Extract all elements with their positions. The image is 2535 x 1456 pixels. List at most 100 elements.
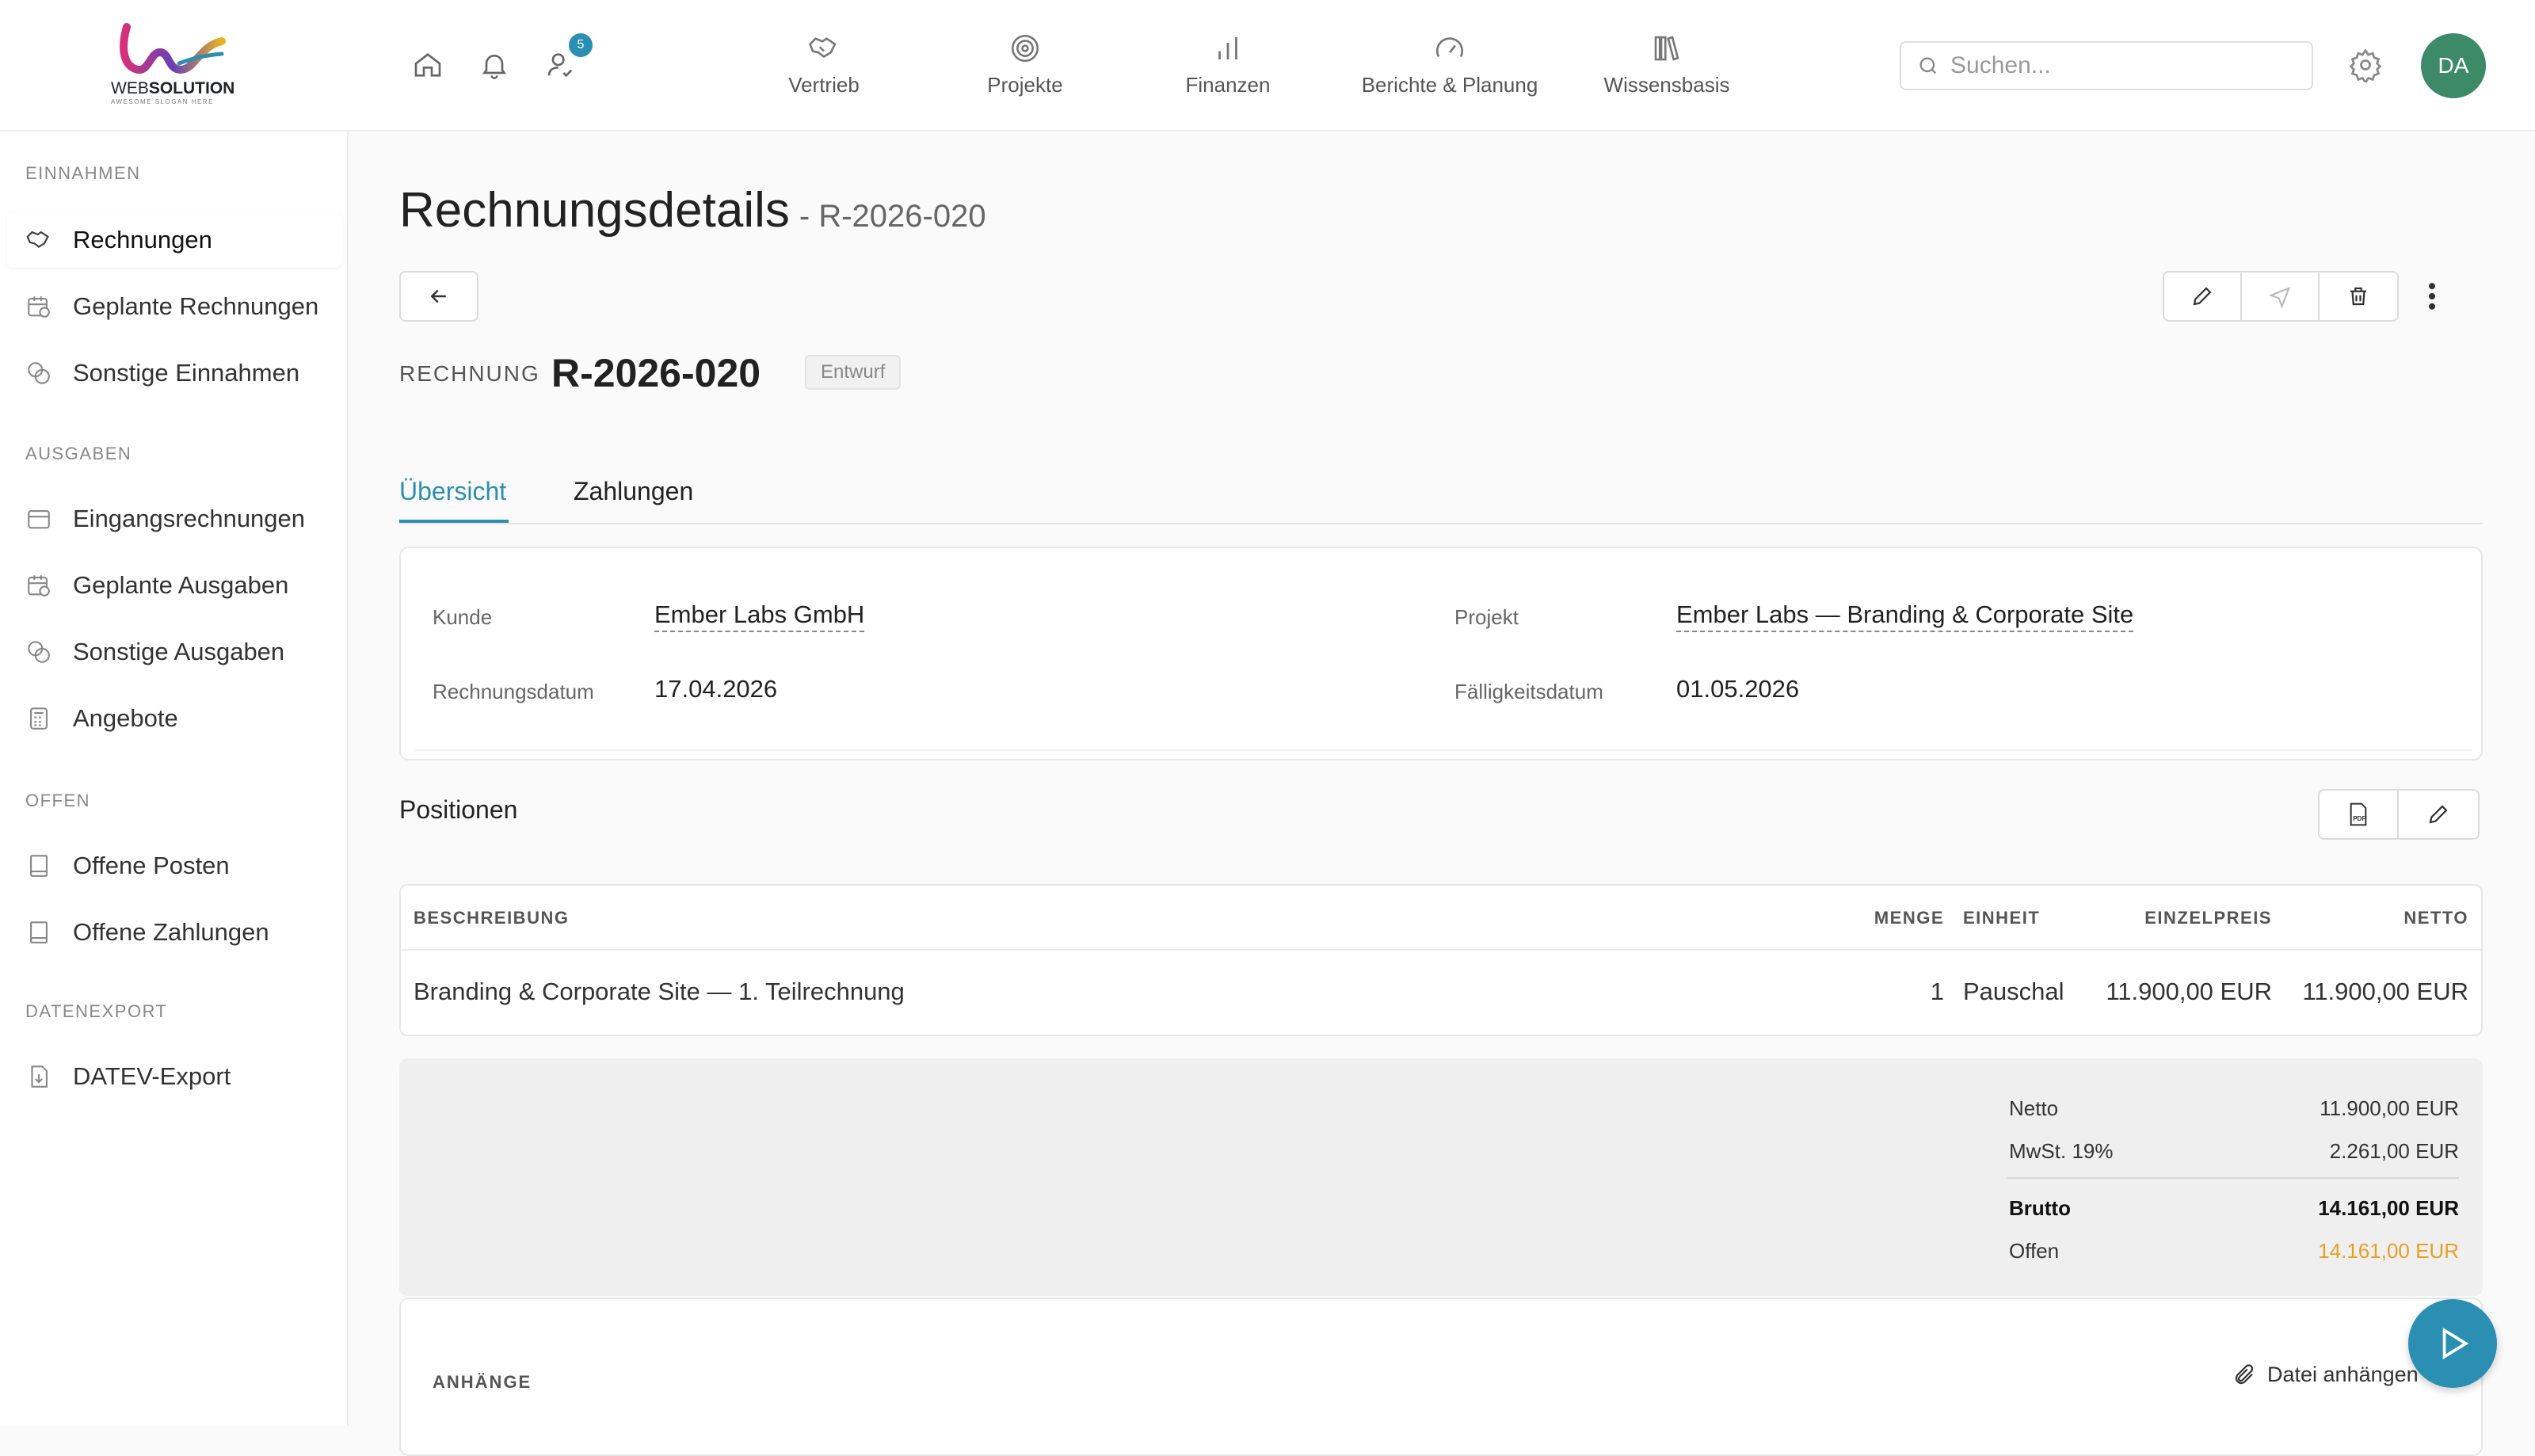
edit-button[interactable]	[2164, 273, 2242, 320]
nav-label: Vertrieb	[788, 73, 860, 97]
page-title: Rechnungsdetails - R-2026-020	[399, 183, 986, 238]
send-icon	[2268, 287, 2291, 308]
file-download-icon	[31, 1065, 48, 1088]
nav-wissensbasis[interactable]: Wissensbasis	[1588, 32, 1746, 103]
offen-value: 14.161,00 EUR	[2318, 1239, 2459, 1263]
sidebar-item-sonstige-ausgaben[interactable]: Sonstige Ausgaben	[6, 624, 342, 680]
mwst-value: 2.261,00 EUR	[2329, 1139, 2459, 1163]
sidebar-section-title: DATENEXPORT	[25, 1001, 168, 1021]
tab-zahlungen[interactable]: Zahlungen	[574, 477, 693, 506]
pencil-icon	[2429, 805, 2448, 824]
coins-icon	[28, 641, 50, 663]
books-icon	[1654, 36, 1679, 61]
arrow-left-icon	[430, 289, 446, 303]
calendar-clock-icon	[28, 575, 50, 597]
send-button[interactable]	[2242, 273, 2320, 320]
logo-tagline: AWESOME SLOGAN HERE	[111, 98, 214, 105]
pdf-file-icon: PDF	[2350, 802, 2367, 826]
brand-logo[interactable]: WEBSOLUTION AWESOME SLOGAN HERE	[0, 0, 261, 127]
sidebar: EINNAHMEN Rechnungen Geplante Rechnungen…	[0, 131, 349, 1426]
handshake-icon	[808, 37, 837, 59]
faelligkeitsdatum-label: Fälligkeitsdatum	[1454, 680, 1603, 703]
calendar-clock-icon	[28, 296, 50, 318]
sidebar-item-label: Offene Posten	[73, 852, 230, 879]
projekt-link[interactable]: Ember Labs — Branding & Corporate Site	[1676, 600, 2134, 632]
netto-value: 11.900,00 EUR	[2320, 1096, 2459, 1120]
calculator-icon	[30, 707, 48, 730]
top-bar: WEBSOLUTION AWESOME SLOGAN HERE 5 Vertri…	[0, 0, 2535, 131]
rechnungsdatum-label: Rechnungsdatum	[433, 680, 594, 703]
edit-positions-button[interactable]	[2399, 791, 2478, 838]
faelligkeitsdatum-value: 01.05.2026	[1676, 675, 1800, 703]
main-content: Rechnungsdetails - R-2026-020 RECHNUNG R-…	[349, 131, 2535, 1456]
positions-title: Positionen	[399, 795, 518, 824]
column-header: EINHEIT	[1963, 908, 2041, 928]
bar-chart-icon	[1218, 37, 1237, 59]
play-fab-button[interactable]	[2408, 1299, 2497, 1388]
positions-table: BESCHREIBUNG MENGE EINHEIT EINZELPREIS N…	[399, 884, 2483, 1036]
nav-label: Berichte & Planung	[1361, 73, 1538, 97]
nav-projekte[interactable]: Projekte	[962, 32, 1088, 103]
column-header: NETTO	[2403, 908, 2468, 928]
nav-label: Projekte	[987, 73, 1063, 97]
sidebar-item-rechnungen[interactable]: Rechnungen	[6, 212, 342, 268]
sidebar-section-title: EINNAHMEN	[25, 163, 141, 183]
logo-text: WEBSOLUTION	[111, 79, 235, 97]
invoice-number: R-2026-020	[551, 351, 761, 395]
offen-label: Offen	[2009, 1239, 2060, 1263]
target-icon	[1011, 34, 1039, 63]
sidebar-item-eingangsrechnungen[interactable]: Eingangsrechnungen	[6, 491, 342, 547]
kunde-link[interactable]: Ember Labs GmbH	[654, 600, 865, 632]
avatar[interactable]: DA	[2421, 33, 2486, 98]
sidebar-item-sonstige-einnahmen[interactable]: Sonstige Einnahmen	[6, 345, 342, 401]
attachments-title: ANHÄNGE	[433, 1372, 532, 1392]
table-cell: 11.900,00 EUR	[2106, 978, 2272, 1005]
details-card: Kunde Ember Labs GmbH Projekt Ember Labs…	[399, 547, 2483, 760]
totals-panel: Netto 11.900,00 EUR MwSt. 19% 2.261,00 E…	[399, 1058, 2483, 1296]
bell-icon[interactable]	[477, 48, 512, 82]
delete-button[interactable]	[2320, 273, 2397, 320]
table-cell: 11.900,00 EUR	[2302, 978, 2468, 1005]
sidebar-section-title: AUSGABEN	[25, 444, 132, 463]
mwst-label: MwSt. 19%	[2009, 1139, 2114, 1163]
back-button[interactable]	[399, 271, 478, 322]
sidebar-item-offene-zahlungen[interactable]: Offene Zahlungen	[6, 905, 342, 960]
sidebar-item-datev-export[interactable]: DATEV-Export	[6, 1049, 342, 1104]
column-header: EINZELPREIS	[2144, 908, 2272, 928]
nav-berichte-planung[interactable]: Berichte & Planung	[1347, 32, 1553, 103]
sidebar-item-geplante-rechnungen[interactable]: Geplante Rechnungen	[6, 279, 342, 334]
trash-icon	[2350, 287, 2366, 306]
receipt-icon	[30, 855, 48, 877]
nav-label: Wissensbasis	[1603, 73, 1730, 97]
table-cell: Pauschal	[1963, 978, 2064, 1005]
sidebar-item-angebote[interactable]: Angebote	[6, 691, 342, 746]
paperclip-icon	[2235, 1363, 2254, 1384]
sidebar-item-geplante-ausgaben[interactable]: Geplante Ausgaben	[6, 558, 342, 613]
invoice-label: RECHNUNG	[399, 361, 540, 386]
active-tab-indicator	[399, 520, 509, 523]
sidebar-item-label: DATEV-Export	[73, 1062, 231, 1090]
nav-finanzen[interactable]: Finanzen	[1165, 32, 1291, 103]
search-box[interactable]	[1900, 41, 2313, 90]
table-cell: Branding & Corporate Site — 1. Teilrechn…	[414, 978, 905, 1005]
gear-icon[interactable]	[2348, 48, 2383, 86]
nav-label: Finanzen	[1185, 73, 1271, 97]
home-icon[interactable]	[410, 48, 445, 82]
table-cell: 1	[1930, 978, 1944, 1005]
attach-file-button[interactable]: Datei anhängen	[2232, 1363, 2419, 1387]
search-input[interactable]	[1950, 52, 2283, 79]
tab-uebersicht[interactable]: Übersicht	[399, 477, 506, 506]
handshake-icon	[26, 231, 49, 248]
column-header: BESCHREIBUNG	[414, 908, 570, 928]
attach-file-label: Datei anhängen	[2267, 1363, 2419, 1386]
positions-actions: PDF	[2318, 789, 2480, 840]
pdf-button[interactable]: PDF	[2320, 791, 2399, 838]
header-divider	[401, 949, 2481, 951]
more-options-icon[interactable]	[2424, 279, 2440, 318]
sidebar-item-label: Sonstige Einnahmen	[73, 359, 300, 387]
nav-vertrieb[interactable]: Vertrieb	[760, 32, 887, 103]
sidebar-item-label: Offene Zahlungen	[73, 918, 269, 946]
sidebar-item-label: Rechnungen	[73, 226, 212, 253]
netto-label: Netto	[2009, 1096, 2059, 1120]
sidebar-item-offene-posten[interactable]: Offene Posten	[6, 838, 342, 894]
